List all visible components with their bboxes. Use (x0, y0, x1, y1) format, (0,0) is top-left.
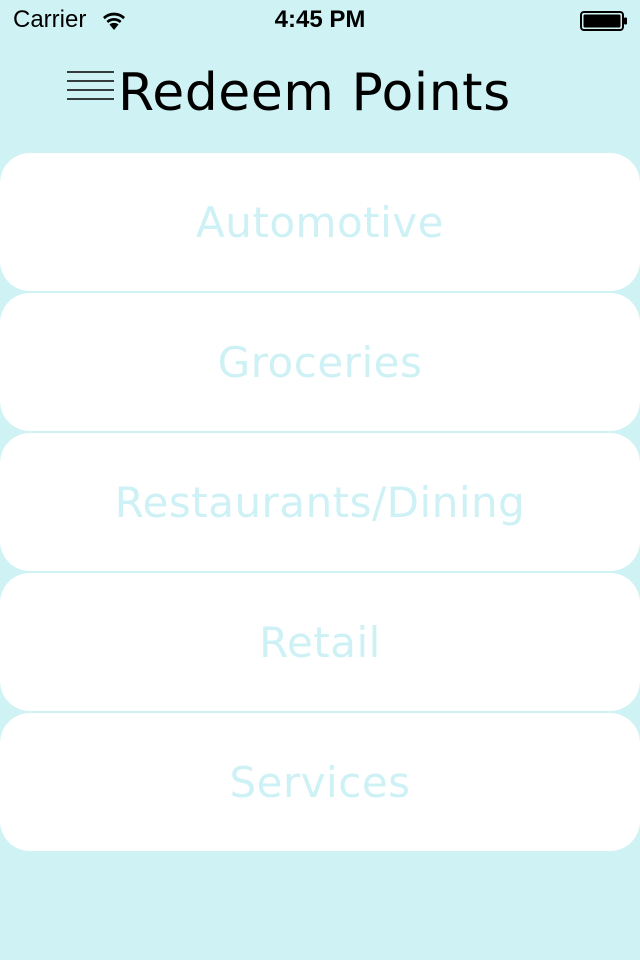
hamburger-menu-icon[interactable] (67, 70, 114, 102)
status-bar: Carrier 4:45 PM (0, 0, 640, 40)
category-label: Services (229, 757, 411, 807)
category-label: Groceries (217, 337, 423, 387)
category-button-restaurants-dining[interactable]: Restaurants/Dining (0, 433, 640, 571)
category-button-retail[interactable]: Retail (0, 573, 640, 711)
category-label: Restaurants/Dining (114, 477, 526, 527)
category-button-services[interactable]: Services (0, 713, 640, 851)
category-button-groceries[interactable]: Groceries (0, 293, 640, 431)
page-title: Redeem Points (118, 63, 511, 123)
header: Redeem Points (0, 50, 640, 140)
status-time: 4:45 PM (274, 6, 366, 33)
category-button-automotive[interactable]: Automotive (0, 153, 640, 291)
category-label: Retail (259, 617, 381, 667)
battery-full-icon (580, 11, 627, 31)
category-label: Automotive (196, 197, 444, 247)
